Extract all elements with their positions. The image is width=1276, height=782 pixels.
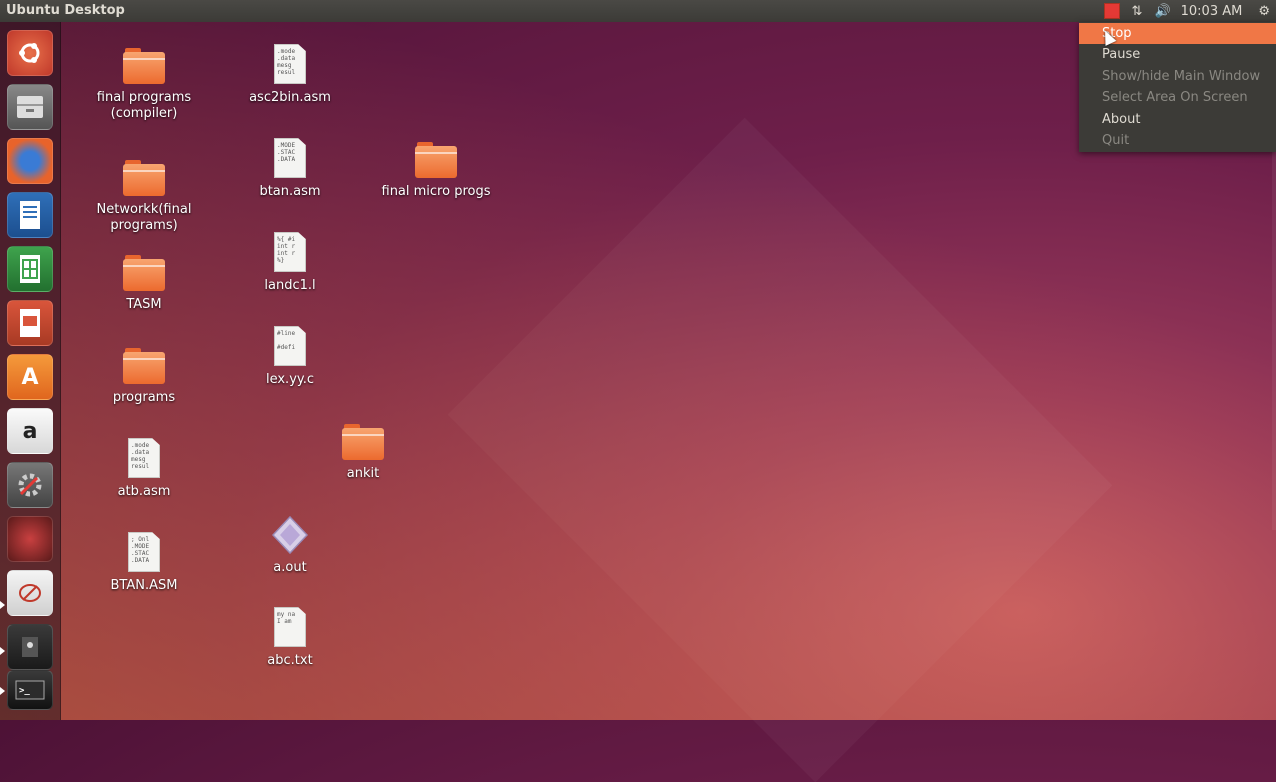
running-indicator [0,647,5,655]
desktop-item-label: lex.yy.c [265,372,315,387]
menu-item-show-hide-main-window[interactable]: Show/hide Main Window [1079,66,1276,87]
menu-item-quit[interactable]: Quit [1079,130,1276,151]
desktop-item-label: programs [112,390,176,405]
folder-icon [123,255,165,291]
clock[interactable]: 10:03 AM [1181,0,1243,22]
desktop-folder-programs[interactable]: programs [84,348,204,406]
text-file-icon: #line #defi [274,326,306,366]
text-editor-icon[interactable] [7,570,53,616]
wallpaper-shape [447,117,1113,782]
folder-icon [123,160,165,196]
text-file-icon: ; Onl .MODE .STAC .DATA [128,532,160,572]
text-file-icon: %{ #i int r int r %} [274,232,306,272]
desktop-item-label: TASM [126,297,162,312]
terminal-icon[interactable]: >_ [7,670,53,710]
volume-icon[interactable]: 🔊 [1154,0,1170,22]
desktop-item-label: asc2bin.asm [249,90,331,105]
desktop-item-label: ankit [346,466,380,481]
text-file-icon: .mode .data mesg resul [274,44,306,84]
desktop-folder-final-micro-progs[interactable]: final micro progs [376,142,496,200]
folder-icon [342,424,384,460]
desktop-folder-final-programs-compiler[interactable]: final programs (compiler) [84,48,204,122]
network-icon[interactable]: ⇅ [1132,0,1143,22]
desktop-file-asc2bin-asm[interactable]: .mode .data mesg resul asc2bin.asm [230,44,350,106]
desktop-item-label: landc1.l [264,278,316,293]
desktop-file-landc1-l[interactable]: %{ #i int r int r %} landc1.l [230,232,350,294]
text-file-icon: .mode .data mesg resul [128,438,160,478]
desktop-file-lex-yy-c[interactable]: #line #defi lex.yy.c [230,326,350,388]
libreoffice-calc-icon[interactable] [7,246,53,292]
launcher: A a >_ [0,22,61,720]
executable-icon [271,515,309,555]
amazon-icon[interactable]: a [7,408,53,454]
recorder-icon[interactable] [7,516,53,562]
text-file-icon: my na I am [274,607,306,647]
desktop-item-label: final programs (compiler) [96,90,192,121]
desktop-item-label: abc.txt [267,653,313,668]
menu-item-select-area[interactable]: Select Area On Screen [1079,87,1276,108]
libreoffice-impress-icon[interactable] [7,300,53,346]
record-indicator-icon[interactable] [1103,0,1120,22]
desktop-item-label: btan.asm [259,184,321,199]
desktop-folder-networkk[interactable]: Networkk(final programs) [84,160,204,234]
window-title: Ubuntu Desktop [6,3,125,18]
top-panel: Ubuntu Desktop ⇅ 🔊 10:03 AM ⚙ [0,0,1276,22]
desktop-item-label: Networkk(final programs) [96,202,192,233]
running-indicator [0,687,5,695]
desktop-file-abc-txt[interactable]: my na I am abc.txt [230,607,350,669]
running-indicator [0,601,5,609]
text-file-icon: .MODE .STAC .DATA [274,138,306,178]
desktop-folder-tasm[interactable]: TASM [84,255,204,313]
desktop-item-label: a.out [273,560,307,575]
desktop-file-btan-asm-upper[interactable]: ; Onl .MODE .STAC .DATA BTAN.ASM [84,532,204,594]
desktop-file-atb-asm[interactable]: .mode .data mesg resul atb.asm [84,438,204,500]
screenshot-icon[interactable] [7,624,53,670]
svg-text:>_: >_ [19,686,30,696]
libreoffice-writer-icon[interactable] [7,192,53,238]
desktop-item-label: BTAN.ASM [110,578,178,593]
desktop-file-a-out[interactable]: a.out [230,515,350,576]
gear-icon[interactable]: ⚙ [1258,0,1270,22]
folder-icon [415,142,457,178]
folder-icon [123,48,165,84]
desktop-folder-ankit[interactable]: ankit [303,424,423,482]
system-tray: ⇅ 🔊 10:03 AM ⚙ [1098,0,1276,22]
screen-edge [1272,150,1276,530]
firefox-icon[interactable] [7,138,53,184]
menu-item-pause[interactable]: Pause [1079,44,1276,65]
desktop-item-label: final micro progs [381,184,491,199]
system-settings-icon[interactable] [7,462,53,508]
menu-item-about[interactable]: About [1079,109,1276,130]
desktop-item-label: atb.asm [117,484,171,499]
files-icon[interactable] [7,84,53,130]
folder-icon [123,348,165,384]
software-center-icon[interactable]: A [7,354,53,400]
desktop-file-btan-asm[interactable]: .MODE .STAC .DATA btan.asm [230,138,350,200]
ubuntu-dash-icon[interactable] [7,30,53,76]
